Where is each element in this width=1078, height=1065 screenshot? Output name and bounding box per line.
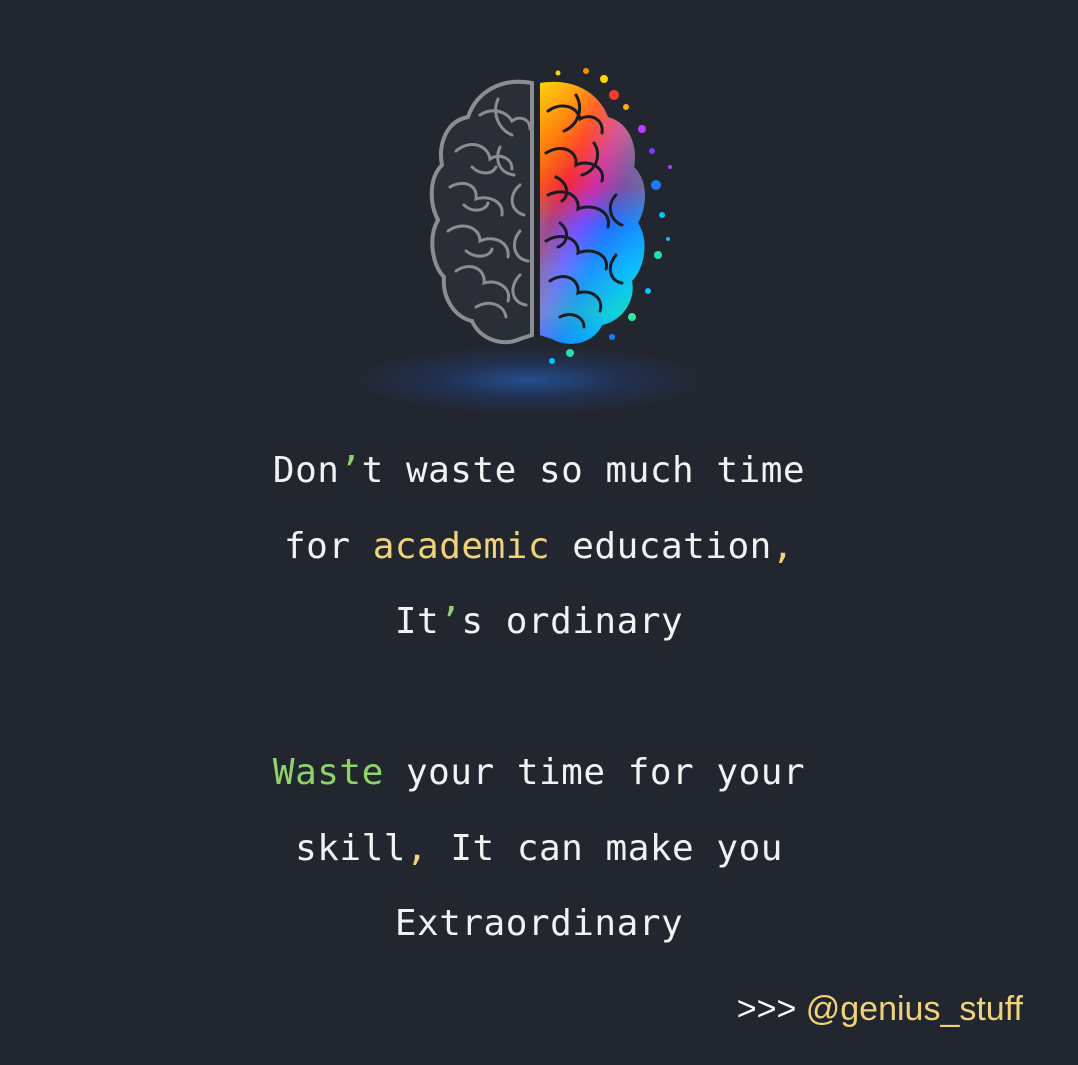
highlight-word: Waste <box>272 752 384 793</box>
quote-line: skill, It can make you <box>0 818 1078 894</box>
quote-segment: s ordinary <box>461 601 684 642</box>
quote-segment: for <box>283 525 373 567</box>
quote-segment: skill <box>295 827 406 869</box>
quote-segment: t waste so much time <box>361 450 806 491</box>
quote-comma: , <box>405 827 429 869</box>
quote-segment: Don <box>272 450 340 491</box>
brain-icon <box>380 55 700 415</box>
quote-line: Waste your time for your <box>0 742 1078 818</box>
quote-apostrophe: ’ <box>439 601 462 642</box>
quote-segment: education <box>550 525 772 567</box>
quote-segment: your time for your <box>383 752 806 793</box>
quote-apostrophe: ’ <box>339 450 362 491</box>
quote-card: Don’t waste so much time for academic ed… <box>0 0 1078 1065</box>
quote-segment: It can make you <box>428 827 783 869</box>
quote-segment: Extraordinary <box>394 903 684 944</box>
quote-comma: , <box>771 525 795 567</box>
handle-prefix: >>> <box>736 990 806 1028</box>
quote-line: Extraordinary <box>0 893 1078 969</box>
quote-spacer <box>0 667 1078 743</box>
highlight-word: academic <box>372 525 551 567</box>
handle-name: @genius_stuff <box>805 990 1023 1028</box>
quote-text: Don’t waste so much time for academic ed… <box>0 440 1078 969</box>
quote-line: Don’t waste so much time <box>0 440 1078 516</box>
quote-line: for academic education, <box>0 516 1078 592</box>
author-handle: >>> @genius_stuff <box>737 990 1023 1029</box>
quote-line: It’s ordinary <box>0 591 1078 667</box>
quote-segment: It <box>394 601 440 642</box>
